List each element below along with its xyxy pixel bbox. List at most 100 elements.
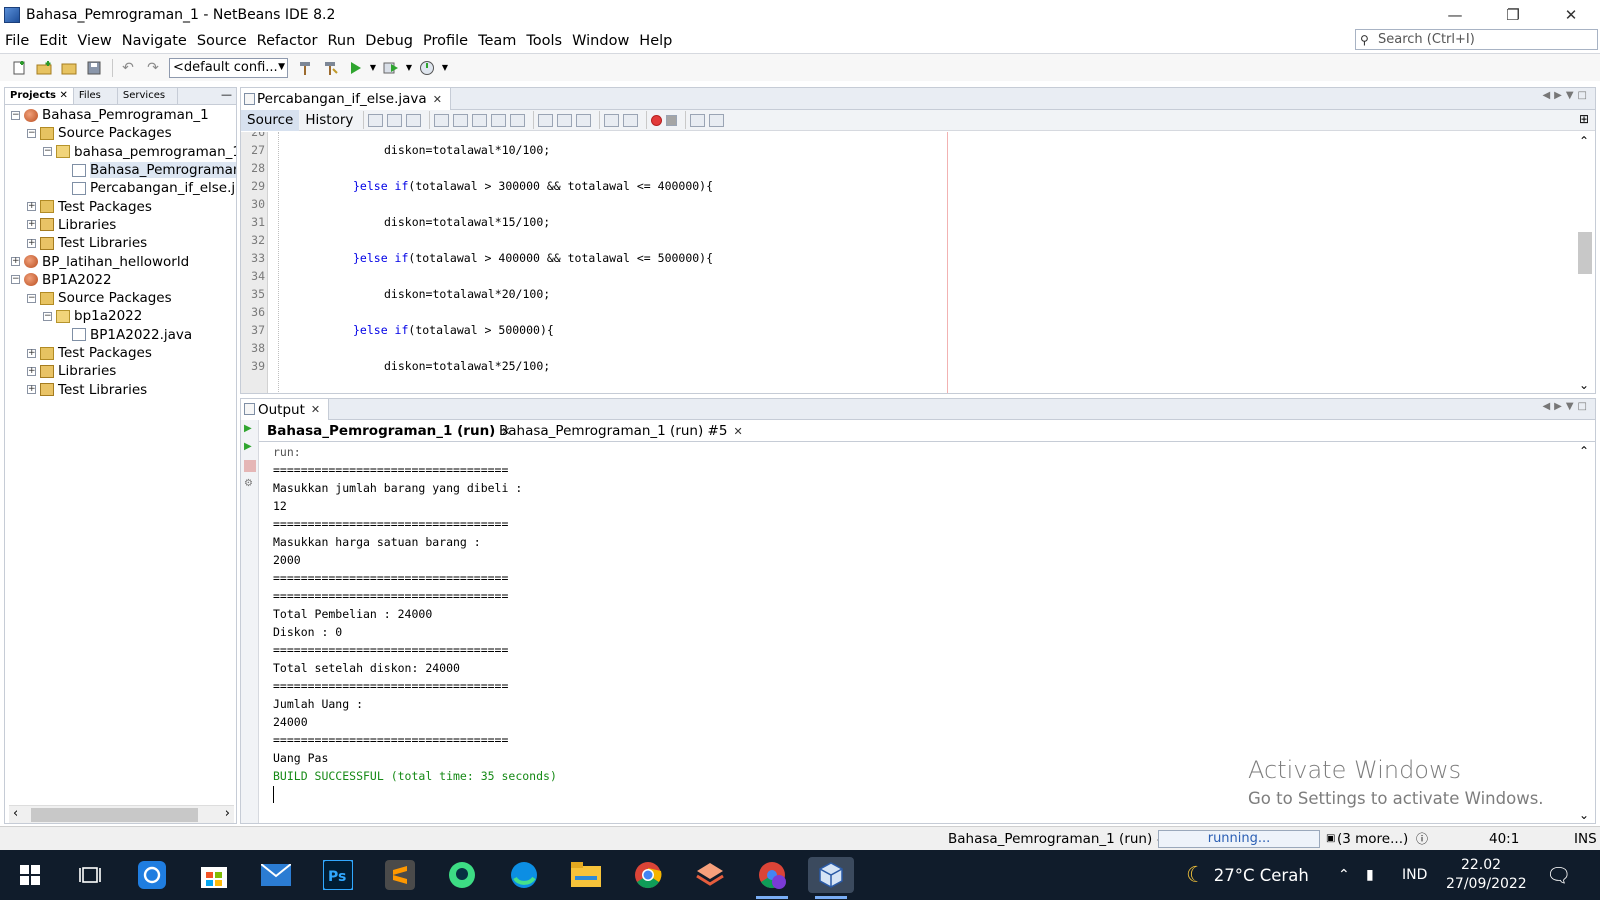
chevron-right-icon[interactable]: › xyxy=(225,806,230,821)
tab-percabangan-java[interactable]: Percabangan_if_else.java ✕ xyxy=(241,88,451,110)
weather-widget[interactable]: ☾ 27°C Cerah xyxy=(1186,850,1309,900)
minimize-panel-icon[interactable]: — xyxy=(221,88,232,101)
find-icon[interactable] xyxy=(434,113,450,127)
tab-run-active[interactable]: Bahasa_Pemrograman_1 (run) ✕ xyxy=(261,420,517,442)
tree-horizontal-scrollbar[interactable]: ‹ › xyxy=(9,805,234,823)
toggle-highlight-icon[interactable] xyxy=(491,113,507,127)
tree-node[interactable]: − Source Packages xyxy=(5,124,236,142)
close-icon[interactable]: ✕ xyxy=(60,90,68,101)
menu-team[interactable]: Team xyxy=(473,33,521,49)
menu-file[interactable]: File xyxy=(0,33,34,49)
output-vertical-scrollbar[interactable]: ⌃ ⌄ xyxy=(1575,442,1595,823)
sublime-text-icon[interactable] xyxy=(382,857,418,893)
forward-icon[interactable] xyxy=(406,113,422,127)
debug-icon[interactable] xyxy=(380,57,402,79)
more-tasks-link[interactable]: (3 more...) xyxy=(1337,827,1408,851)
battery-icon[interactable]: ▮ xyxy=(1366,850,1374,900)
input-language[interactable]: IND xyxy=(1402,850,1427,900)
open-project-icon[interactable] xyxy=(58,57,80,79)
source-tab[interactable]: Source xyxy=(241,109,300,131)
output-navigation-icons[interactable]: ◀▶▼□ xyxy=(1542,401,1591,412)
profile-icon[interactable] xyxy=(416,57,438,79)
tab-navigation-icons[interactable]: ◀▶▼□ xyxy=(1542,90,1591,101)
progress-bar[interactable]: running... xyxy=(1158,830,1320,848)
collapse-icon[interactable]: − xyxy=(43,311,52,321)
split-editor-icon[interactable]: ⊞ xyxy=(1579,112,1589,126)
tree-node[interactable]: + Test Packages xyxy=(5,197,236,215)
shift-right-icon[interactable] xyxy=(623,113,639,127)
profile-dropdown-icon[interactable]: ▼ xyxy=(441,57,449,79)
comment-icon[interactable] xyxy=(690,113,706,127)
tree-node[interactable]: Bahasa_Pemrograman_1. xyxy=(5,161,236,179)
back-icon[interactable] xyxy=(387,113,403,127)
collapse-icon[interactable]: − xyxy=(11,110,20,120)
photoshop-icon[interactable]: Ps xyxy=(320,857,356,893)
uncomment-icon[interactable] xyxy=(709,113,725,127)
expand-icon[interactable]: + xyxy=(27,348,36,358)
menu-refactor[interactable]: Refactor xyxy=(252,33,323,49)
edge-icon[interactable] xyxy=(506,857,542,893)
tab-output[interactable]: Output ✕ xyxy=(241,399,330,420)
configuration-select[interactable]: <default confi... ▼ xyxy=(169,57,288,78)
clock[interactable]: 22.02 27/09/2022 xyxy=(1446,856,1527,894)
expand-icon[interactable]: + xyxy=(27,220,36,230)
chevron-left-icon[interactable]: ‹ xyxy=(13,806,18,821)
microsoft-store-icon[interactable] xyxy=(196,857,232,893)
chevron-down-icon[interactable]: ⌄ xyxy=(1579,808,1589,822)
next-bookmark-icon[interactable] xyxy=(557,113,573,127)
menu-window[interactable]: Window xyxy=(567,33,634,49)
menu-help[interactable]: Help xyxy=(634,33,677,49)
build-hammer-icon[interactable] xyxy=(294,57,316,79)
tree-node[interactable]: + Test Libraries xyxy=(5,380,236,398)
tree-node[interactable]: + Libraries xyxy=(5,362,236,380)
tab-projects[interactable]: Projects ✕ xyxy=(5,88,74,104)
restore-button[interactable]: ❐ xyxy=(1484,0,1542,30)
new-project-icon[interactable] xyxy=(33,57,55,79)
code-area[interactable]: ⌃ ⌄ 26 27 diskon=totalawal*10/100; 28 29}els… xyxy=(241,132,1595,393)
tree-node[interactable]: + Libraries xyxy=(5,216,236,234)
stop-icon[interactable] xyxy=(244,460,256,472)
debug-dropdown-icon[interactable]: ▼ xyxy=(405,57,413,79)
menu-view[interactable]: View xyxy=(72,33,116,49)
chevron-up-icon[interactable]: ⌃ xyxy=(1579,444,1589,458)
toggle-bookmark-icon[interactable] xyxy=(576,113,592,127)
tree-node[interactable]: − BP1A2022 xyxy=(5,271,236,289)
close-icon[interactable]: ✕ xyxy=(433,93,442,106)
tab-services[interactable]: Services xyxy=(118,88,178,104)
clean-build-icon[interactable] xyxy=(319,57,341,79)
layers-app-icon[interactable] xyxy=(692,857,728,893)
menu-run[interactable]: Run xyxy=(322,33,360,49)
sync-app-icon[interactable] xyxy=(134,857,170,893)
new-file-icon[interactable] xyxy=(8,57,30,79)
collapse-icon[interactable]: − xyxy=(11,275,20,285)
windows-start-icon[interactable] xyxy=(12,857,48,893)
close-icon[interactable]: ✕ xyxy=(311,403,320,416)
expand-icon[interactable]: + xyxy=(27,238,36,248)
search-box[interactable]: ⚲ Search (Ctrl+I) xyxy=(1355,29,1598,50)
collapse-icon[interactable]: − xyxy=(27,293,36,303)
menu-navigate[interactable]: Navigate xyxy=(117,33,192,49)
rectangular-select-icon[interactable] xyxy=(510,113,526,127)
file-explorer-icon[interactable] xyxy=(568,857,604,893)
tree-node[interactable]: − Source Packages xyxy=(5,289,236,307)
stop-macro-icon[interactable] xyxy=(666,114,678,126)
redo-icon[interactable]: ↷ xyxy=(142,57,164,79)
rerun-with-params-icon[interactable]: ▶ xyxy=(244,441,256,453)
close-icon[interactable]: ✕ xyxy=(733,425,742,438)
run-dropdown-icon[interactable]: ▼ xyxy=(369,57,377,79)
console-output[interactable]: run: ================================== Ma… xyxy=(273,443,1553,823)
collapse-icon[interactable]: − xyxy=(43,147,52,157)
settings-icon[interactable]: ⚙ xyxy=(244,478,256,490)
notifications-icon[interactable]: ⓘ xyxy=(1416,827,1428,851)
start-macro-icon[interactable] xyxy=(651,114,663,126)
expand-icon[interactable]: + xyxy=(27,202,36,212)
tree-node[interactable]: + Test Libraries xyxy=(5,234,236,252)
chrome-icon[interactable] xyxy=(630,857,666,893)
chrome-profile-icon[interactable] xyxy=(754,857,790,899)
tree-node[interactable]: − bahasa_pemrograman_1 xyxy=(5,143,236,161)
previous-bookmark-icon[interactable] xyxy=(538,113,554,127)
tree-node[interactable]: Percabangan_if_else.java xyxy=(5,179,236,197)
minimize-button[interactable]: — xyxy=(1426,0,1484,30)
expand-icon[interactable]: + xyxy=(27,385,36,395)
find-next-icon[interactable] xyxy=(472,113,488,127)
